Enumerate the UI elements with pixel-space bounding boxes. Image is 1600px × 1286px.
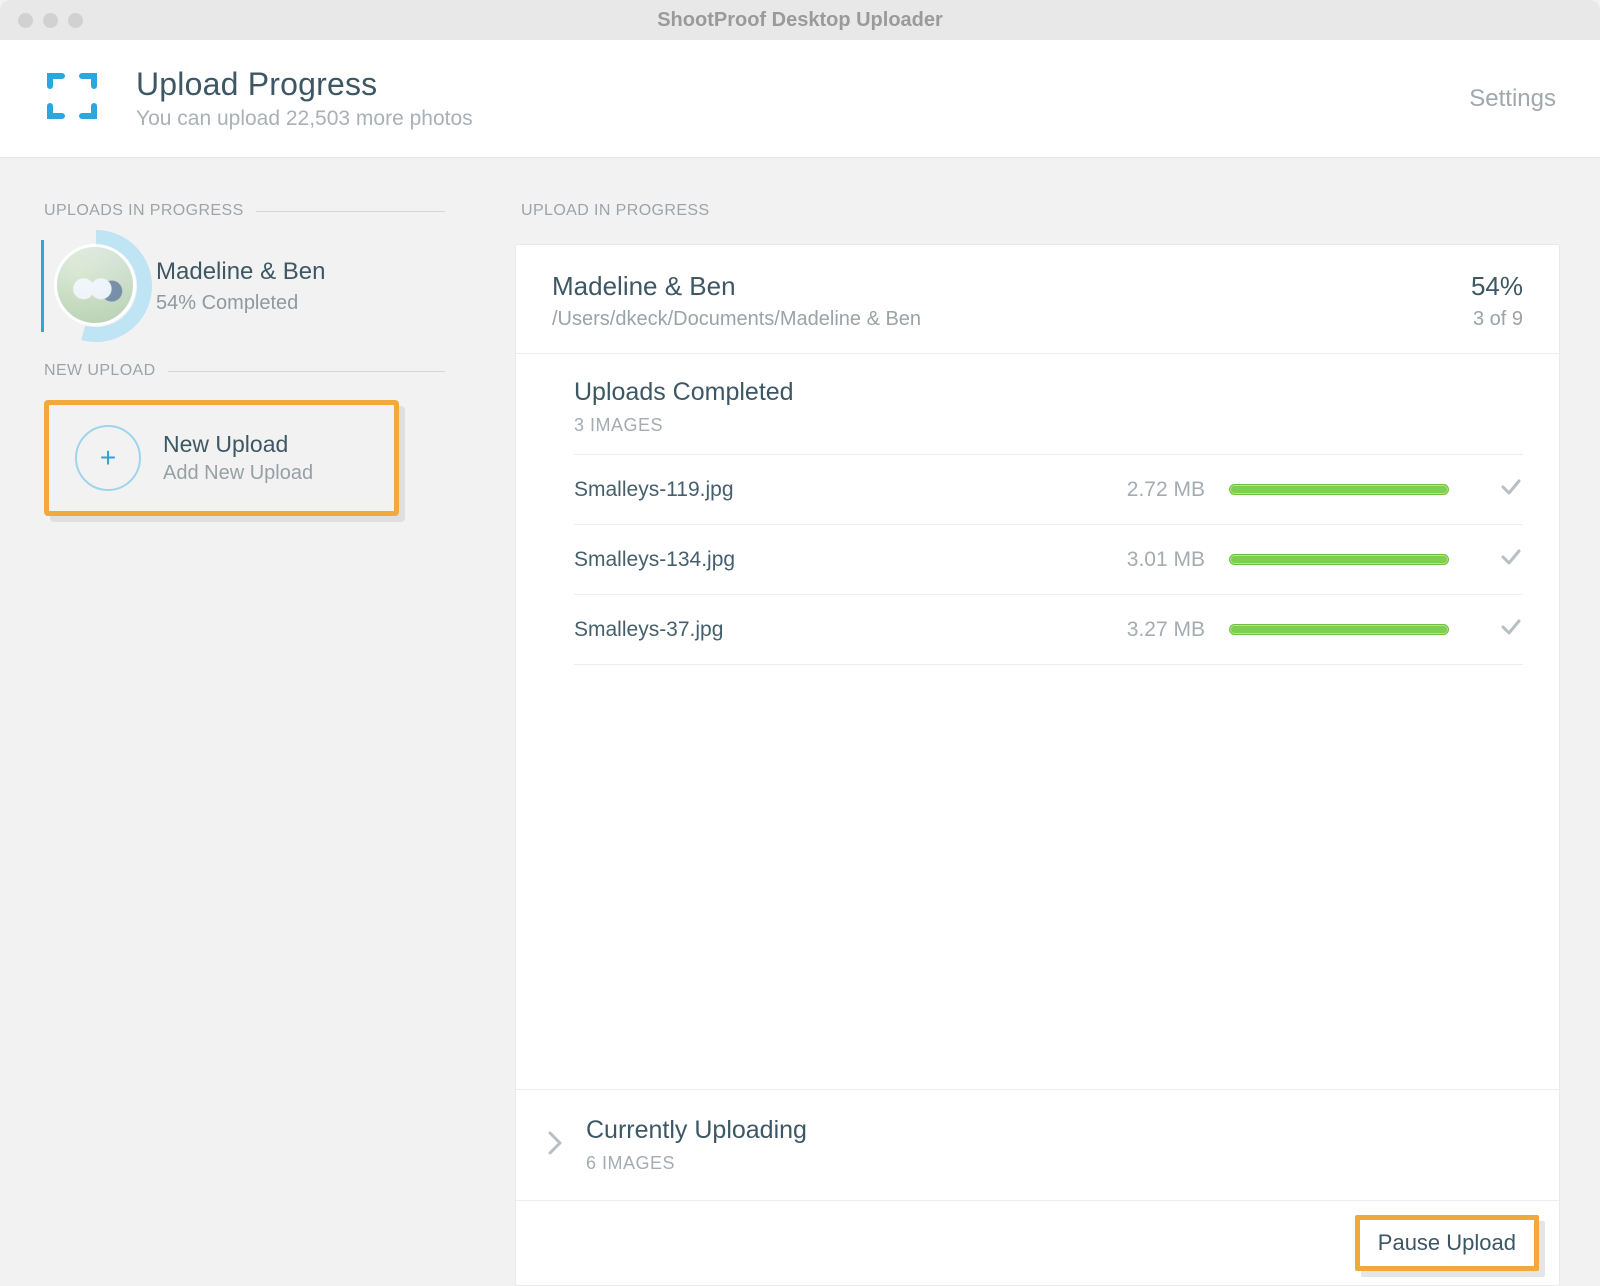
file-progress-bar bbox=[1229, 554, 1449, 565]
zoom-window-icon[interactable] bbox=[68, 13, 83, 28]
new-upload-title: New Upload bbox=[163, 431, 313, 458]
new-upload-subtitle: Add New Upload bbox=[163, 462, 313, 485]
panel-upload-path: /Users/dkeck/Documents/Madeline & Ben bbox=[552, 308, 1471, 331]
divider bbox=[168, 371, 445, 372]
panel-footer: Pause Upload bbox=[516, 1200, 1559, 1285]
panel-upload-count: 3 of 9 bbox=[1471, 308, 1523, 331]
window-title: ShootProof Desktop Uploader bbox=[657, 9, 943, 32]
file-progress-bar bbox=[1229, 484, 1449, 495]
panel-upload-percent: 54% bbox=[1471, 271, 1523, 302]
sidebar-section-new-text: NEW UPLOAD bbox=[44, 362, 156, 380]
minimize-window-icon[interactable] bbox=[43, 13, 58, 28]
traffic-lights bbox=[0, 13, 83, 28]
uploading-group-title: Currently Uploading bbox=[586, 1116, 807, 1145]
check-icon bbox=[1499, 545, 1523, 574]
close-window-icon[interactable] bbox=[18, 13, 33, 28]
check-icon bbox=[1499, 475, 1523, 504]
window-titlebar: ShootProof Desktop Uploader bbox=[0, 0, 1600, 40]
page-title: Upload Progress bbox=[136, 66, 1469, 103]
file-size: 3.27 MB bbox=[1075, 618, 1205, 642]
completed-group-title: Uploads Completed bbox=[574, 378, 1523, 407]
upload-thumbnail-progress bbox=[54, 244, 138, 328]
panel-header: Madeline & Ben /Users/dkeck/Documents/Ma… bbox=[516, 245, 1559, 354]
main-content: UPLOAD IN PROGRESS Madeline & Ben /Users… bbox=[475, 158, 1600, 1286]
file-row: Smalleys-134.jpg3.01 MB bbox=[574, 524, 1523, 594]
file-size: 3.01 MB bbox=[1075, 548, 1205, 572]
file-name: Smalleys-37.jpg bbox=[574, 618, 1075, 642]
file-row: Smalleys-119.jpg2.72 MB bbox=[574, 454, 1523, 524]
sidebar-section-new-label: NEW UPLOAD bbox=[44, 362, 445, 380]
settings-link[interactable]: Settings bbox=[1469, 85, 1556, 113]
main-section-label: UPLOAD IN PROGRESS bbox=[515, 202, 1560, 220]
currently-uploading-row[interactable]: Currently Uploading 6 IMAGES bbox=[516, 1089, 1559, 1200]
upload-thumbnail-icon bbox=[54, 244, 136, 326]
panel-body: Uploads Completed 3 IMAGES Smalleys-119.… bbox=[516, 354, 1559, 1089]
file-name: Smalleys-119.jpg bbox=[574, 478, 1075, 502]
app-logo-icon bbox=[44, 68, 100, 129]
sidebar-section-uploads-label: UPLOADS IN PROGRESS bbox=[44, 202, 445, 220]
upload-panel: Madeline & Ben /Users/dkeck/Documents/Ma… bbox=[515, 244, 1560, 1286]
new-upload-button[interactable]: + New Upload Add New Upload bbox=[44, 400, 399, 516]
file-progress-bar bbox=[1229, 624, 1449, 635]
upload-item-name: Madeline & Ben bbox=[156, 258, 325, 286]
file-row: Smalleys-37.jpg3.27 MB bbox=[574, 594, 1523, 665]
app-header: Upload Progress You can upload 22,503 mo… bbox=[0, 40, 1600, 158]
chevron-right-icon bbox=[546, 1129, 564, 1162]
sidebar-section-uploads-text: UPLOADS IN PROGRESS bbox=[44, 202, 244, 220]
file-size: 2.72 MB bbox=[1075, 478, 1205, 502]
sidebar-upload-item[interactable]: Madeline & Ben 54% Completed bbox=[41, 240, 445, 332]
check-icon bbox=[1499, 615, 1523, 644]
page-subtitle: You can upload 22,503 more photos bbox=[136, 107, 1469, 131]
completed-group-subtitle: 3 IMAGES bbox=[574, 415, 1523, 436]
plus-icon: + bbox=[75, 425, 141, 491]
upload-item-status: 54% Completed bbox=[156, 292, 325, 315]
panel-upload-name: Madeline & Ben bbox=[552, 271, 1471, 302]
pause-upload-button[interactable]: Pause Upload bbox=[1355, 1215, 1539, 1271]
file-name: Smalleys-134.jpg bbox=[574, 548, 1075, 572]
sidebar: UPLOADS IN PROGRESS Madeline & Ben 54% C… bbox=[0, 158, 475, 1286]
uploading-group-subtitle: 6 IMAGES bbox=[586, 1153, 807, 1174]
divider bbox=[256, 211, 445, 212]
